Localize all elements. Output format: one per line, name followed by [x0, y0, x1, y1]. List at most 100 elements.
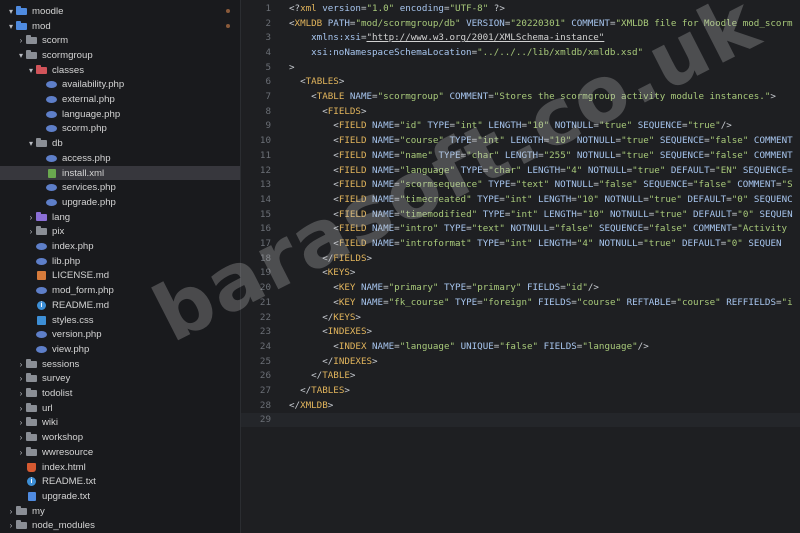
- explorer-item[interactable]: ›LICENSE.md: [0, 269, 240, 284]
- line-number: 18: [259, 252, 271, 264]
- chevron-right-icon[interactable]: ›: [16, 433, 26, 442]
- code-line[interactable]: 25 </INDEXES>: [241, 354, 800, 369]
- code-line[interactable]: 17 <FIELD NAME="introformat" TYPE="int" …: [241, 236, 800, 251]
- explorer-item[interactable]: ›upgrade.txt: [0, 489, 240, 504]
- explorer-item[interactable]: ›lib.php: [0, 254, 240, 269]
- code-token: FIELD: [338, 135, 367, 147]
- chevron-right-icon[interactable]: ›: [26, 213, 36, 222]
- info-icon-glyph: i: [27, 477, 36, 487]
- code-line[interactable]: 1 <?xml version="1.0" encoding="UTF-8" ?>: [241, 1, 800, 16]
- code-line[interactable]: 6 <TABLES>: [241, 75, 800, 90]
- explorer-item[interactable]: ›iREADME.txt: [0, 474, 240, 489]
- explorer-item[interactable]: ▾ moodle: [0, 4, 240, 19]
- code-token: "char": [488, 164, 522, 176]
- php-file-icon-glyph: [46, 110, 57, 118]
- code-token: LENGTH: [532, 193, 572, 205]
- folder-icon: [26, 358, 37, 369]
- code-token: encoding: [394, 2, 444, 14]
- explorer-item[interactable]: ›availability.php: [0, 78, 240, 93]
- chevron-down-icon[interactable]: ▾: [6, 7, 16, 16]
- explorer-item[interactable]: ›services.php: [0, 180, 240, 195]
- code-line[interactable]: 26 </TABLE>: [241, 369, 800, 384]
- explorer-item[interactable]: ›external.php: [0, 92, 240, 107]
- chevron-down-icon[interactable]: ▾: [16, 51, 26, 60]
- code-line[interactable]: 16 <FIELD NAME="intro" TYPE="text" NOTNU…: [241, 222, 800, 237]
- explorer-item[interactable]: › sessions: [0, 357, 240, 372]
- explorer-item[interactable]: › pix: [0, 225, 240, 240]
- code-line[interactable]: 22 </KEYS>: [241, 310, 800, 325]
- code-line[interactable]: 21 <KEY NAME="fk_course" TYPE="foreign" …: [241, 295, 800, 310]
- code-line[interactable]: 9 <FIELD NAME="id" TYPE="int" LENGTH="10…: [241, 119, 800, 134]
- code-line[interactable]: 12 <FIELD NAME="language" TYPE="char" LE…: [241, 163, 800, 178]
- explorer-item[interactable]: › url: [0, 401, 240, 416]
- code-token: "timemodified": [399, 208, 478, 220]
- code-editor[interactable]: 1 <?xml version="1.0" encoding="UTF-8" ?>…: [241, 0, 800, 533]
- explorer-item[interactable]: › my: [0, 504, 240, 519]
- chevron-down-icon[interactable]: ▾: [6, 22, 16, 31]
- code-line[interactable]: 5 >: [241, 60, 800, 75]
- chevron-right-icon[interactable]: ›: [16, 404, 26, 413]
- code-line[interactable]: 15 <FIELD NAME="timemodified" TYPE="int"…: [241, 207, 800, 222]
- code-line[interactable]: 2 <XMLDB PATH="mod/scormgroup/db" VERSION…: [241, 16, 800, 31]
- code-line[interactable]: 29: [241, 412, 800, 428]
- explorer-item[interactable]: › workshop: [0, 430, 240, 445]
- code-line[interactable]: 24 <INDEX NAME="language" UNIQUE="false"…: [241, 339, 800, 354]
- explorer-item[interactable]: ›language.php: [0, 107, 240, 122]
- chevron-right-icon[interactable]: ›: [6, 507, 16, 516]
- code-line[interactable]: 18 </FIELDS>: [241, 251, 800, 266]
- explorer-item[interactable]: ›scorm.php: [0, 122, 240, 137]
- chevron-right-icon[interactable]: ›: [6, 521, 16, 530]
- code-line[interactable]: 23 <INDEXES>: [241, 324, 800, 339]
- explorer-item[interactable]: ›install.xml: [0, 165, 240, 181]
- chevron-right-icon[interactable]: ›: [16, 360, 26, 369]
- explorer-item[interactable]: › wiki: [0, 416, 240, 431]
- code-token: SEQUENCE: [632, 120, 682, 132]
- code-token: NOTNULL: [571, 149, 616, 161]
- code-line[interactable]: 28 </XMLDB>: [241, 398, 800, 413]
- chevron-right-icon[interactable]: ›: [16, 374, 26, 383]
- explorer-item[interactable]: ›access.php: [0, 151, 240, 166]
- code-text: </KEYS>: [289, 312, 361, 323]
- chevron-right-icon[interactable]: ›: [16, 389, 26, 398]
- explorer-item[interactable]: ›view.php: [0, 342, 240, 357]
- explorer-item[interactable]: › todolist: [0, 386, 240, 401]
- explorer-item[interactable]: ▾ classes: [0, 63, 240, 78]
- code-line[interactable]: 19 <KEYS>: [241, 266, 800, 281]
- code-line[interactable]: 3 xmlns:xsi="http://www.w3.org/2001/XMLS…: [241, 30, 800, 45]
- code-token: COMMENT: [687, 223, 732, 235]
- line-number: 8: [265, 105, 271, 117]
- explorer-item[interactable]: ›version.php: [0, 327, 240, 342]
- explorer-item[interactable]: › scorm: [0, 33, 240, 48]
- code-line[interactable]: 10 <FIELD NAME="course" TYPE="int" LENGT…: [241, 133, 800, 148]
- explorer-item[interactable]: ▾ scormgroup: [0, 48, 240, 63]
- explorer-item[interactable]: ▾ db: [0, 136, 240, 151]
- explorer-item[interactable]: › node_modules: [0, 519, 240, 533]
- code-line[interactable]: 4 xsi:noNamespaceSchemaLocation="../../.…: [241, 45, 800, 60]
- code-line[interactable]: 7 <TABLE NAME="scormgroup" COMMENT="Stor…: [241, 89, 800, 104]
- chevron-right-icon[interactable]: ›: [16, 36, 26, 45]
- folder-icon-glyph: [26, 432, 37, 442]
- explorer-item[interactable]: ›index.html: [0, 460, 240, 475]
- explorer-item[interactable]: › lang: [0, 210, 240, 225]
- chevron-right-icon[interactable]: ›: [26, 227, 36, 236]
- explorer-item[interactable]: ›mod_form.php: [0, 283, 240, 298]
- explorer-item[interactable]: ›upgrade.php: [0, 195, 240, 210]
- code-line[interactable]: 14 <FIELD NAME="timecreated" TYPE="int" …: [241, 192, 800, 207]
- code-line[interactable]: 20 <KEY NAME="primary" TYPE="primary" FI…: [241, 280, 800, 295]
- explorer-item[interactable]: ›index.php: [0, 239, 240, 254]
- explorer-item[interactable]: ›iREADME.md: [0, 298, 240, 313]
- code-token: ?>: [488, 2, 505, 14]
- chevron-right-icon[interactable]: ›: [16, 448, 26, 457]
- explorer-item[interactable]: › wwresource: [0, 445, 240, 460]
- chevron-right-icon[interactable]: ›: [16, 418, 26, 427]
- explorer-item[interactable]: › survey: [0, 372, 240, 387]
- chevron-down-icon[interactable]: ▾: [26, 66, 36, 75]
- explorer-item[interactable]: ▾ mod: [0, 19, 240, 34]
- code-token: FIELD: [338, 164, 367, 176]
- code-line[interactable]: 11 <FIELD NAME="name" TYPE="char" LENGTH…: [241, 148, 800, 163]
- code-line[interactable]: 8 <FIELDS>: [241, 104, 800, 119]
- code-line[interactable]: 13 <FIELD NAME="scormsequence" TYPE="tex…: [241, 177, 800, 192]
- code-line[interactable]: 27 </TABLES>: [241, 383, 800, 398]
- chevron-down-icon[interactable]: ▾: [26, 139, 36, 148]
- explorer-item[interactable]: ›styles.css: [0, 313, 240, 328]
